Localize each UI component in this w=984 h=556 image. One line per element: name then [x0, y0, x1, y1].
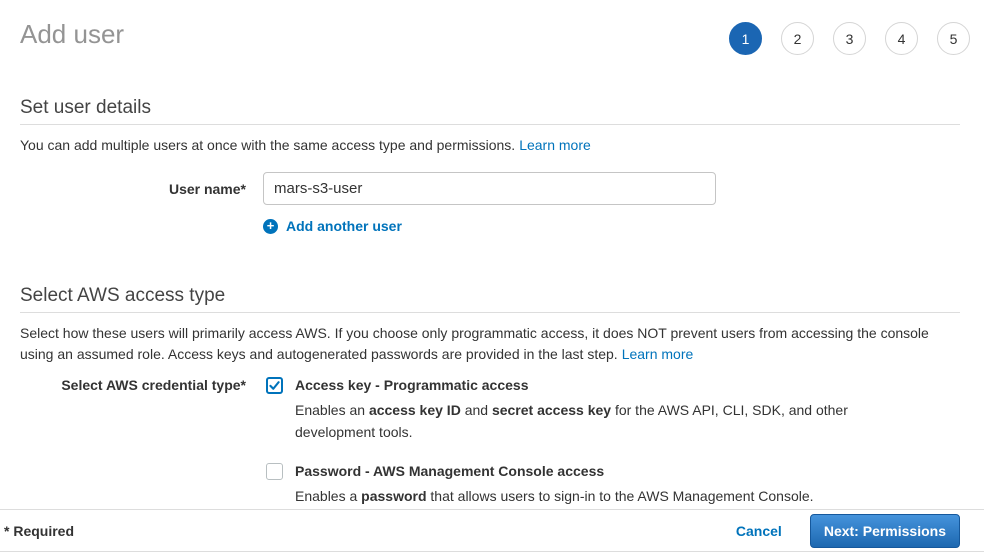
- add-another-user-button[interactable]: + Add another user: [263, 218, 960, 234]
- desc-text: that allows users to sign-in to the AWS …: [427, 488, 814, 504]
- required-note: * Required: [4, 523, 74, 539]
- page-title: Add user: [20, 18, 124, 50]
- step-indicator-3: 3: [833, 22, 866, 55]
- user-details-description: You can add multiple users at once with …: [20, 135, 960, 156]
- add-another-user-label: Add another user: [286, 218, 402, 234]
- checkmark-icon: [268, 379, 281, 392]
- access-key-option-row: Select AWS credential type* Access key -…: [20, 376, 960, 443]
- password-option-description: Enables a password that allows users to …: [295, 485, 814, 507]
- learn-more-link-access-type[interactable]: Learn more: [622, 346, 694, 362]
- credential-type-label: Select AWS credential type*: [20, 376, 246, 393]
- username-row: User name*: [20, 172, 960, 205]
- next-permissions-button[interactable]: Next: Permissions: [810, 514, 960, 548]
- desc-bold-text: secret access key: [492, 402, 611, 418]
- step-indicator-4: 4: [885, 22, 918, 55]
- page-header: Add user 1 2 3 4 5: [0, 0, 984, 55]
- password-option-title: Password - AWS Management Console access: [295, 462, 814, 480]
- user-details-description-text: You can add multiple users at once with …: [20, 137, 515, 153]
- desc-bold-text: access key ID: [369, 402, 461, 418]
- access-key-option-description: Enables an access key ID and secret acce…: [295, 399, 861, 443]
- password-checkbox[interactable]: [266, 463, 283, 480]
- credential-type-label-spacer: [20, 462, 246, 463]
- access-type-heading: Select AWS access type: [20, 284, 960, 308]
- desc-text: Enables an: [295, 402, 369, 418]
- wizard-step-indicator: 1 2 3 4 5: [729, 22, 970, 55]
- access-type-section: Select AWS access type Select how these …: [0, 284, 984, 507]
- step-indicator-1: 1: [729, 22, 762, 55]
- cancel-button[interactable]: Cancel: [736, 523, 782, 539]
- access-key-checkbox[interactable]: [266, 377, 283, 394]
- section-divider: [20, 312, 960, 313]
- access-key-option-title: Access key - Programmatic access: [295, 376, 861, 394]
- access-type-description: Select how these users will primarily ac…: [20, 323, 960, 365]
- wizard-footer: * Required Cancel Next: Permissions: [0, 509, 984, 552]
- username-input[interactable]: [263, 172, 716, 205]
- learn-more-link-user-details[interactable]: Learn more: [519, 137, 591, 153]
- username-label: User name*: [20, 181, 246, 197]
- set-user-details-section: Set user details You can add multiple us…: [0, 96, 984, 234]
- step-indicator-2: 2: [781, 22, 814, 55]
- section-divider: [20, 124, 960, 125]
- access-type-description-text: Select how these users will primarily ac…: [20, 325, 929, 362]
- access-key-option-content: Access key - Programmatic access Enables…: [295, 376, 861, 443]
- desc-text: and: [461, 402, 492, 418]
- plus-circle-icon: +: [263, 219, 278, 234]
- desc-bold-text: password: [361, 488, 426, 504]
- step-indicator-5: 5: [937, 22, 970, 55]
- password-option-content: Password - AWS Management Console access…: [295, 462, 814, 507]
- password-option-row: Password - AWS Management Console access…: [20, 462, 960, 507]
- desc-text: Enables a: [295, 488, 361, 504]
- set-user-details-heading: Set user details: [20, 96, 960, 120]
